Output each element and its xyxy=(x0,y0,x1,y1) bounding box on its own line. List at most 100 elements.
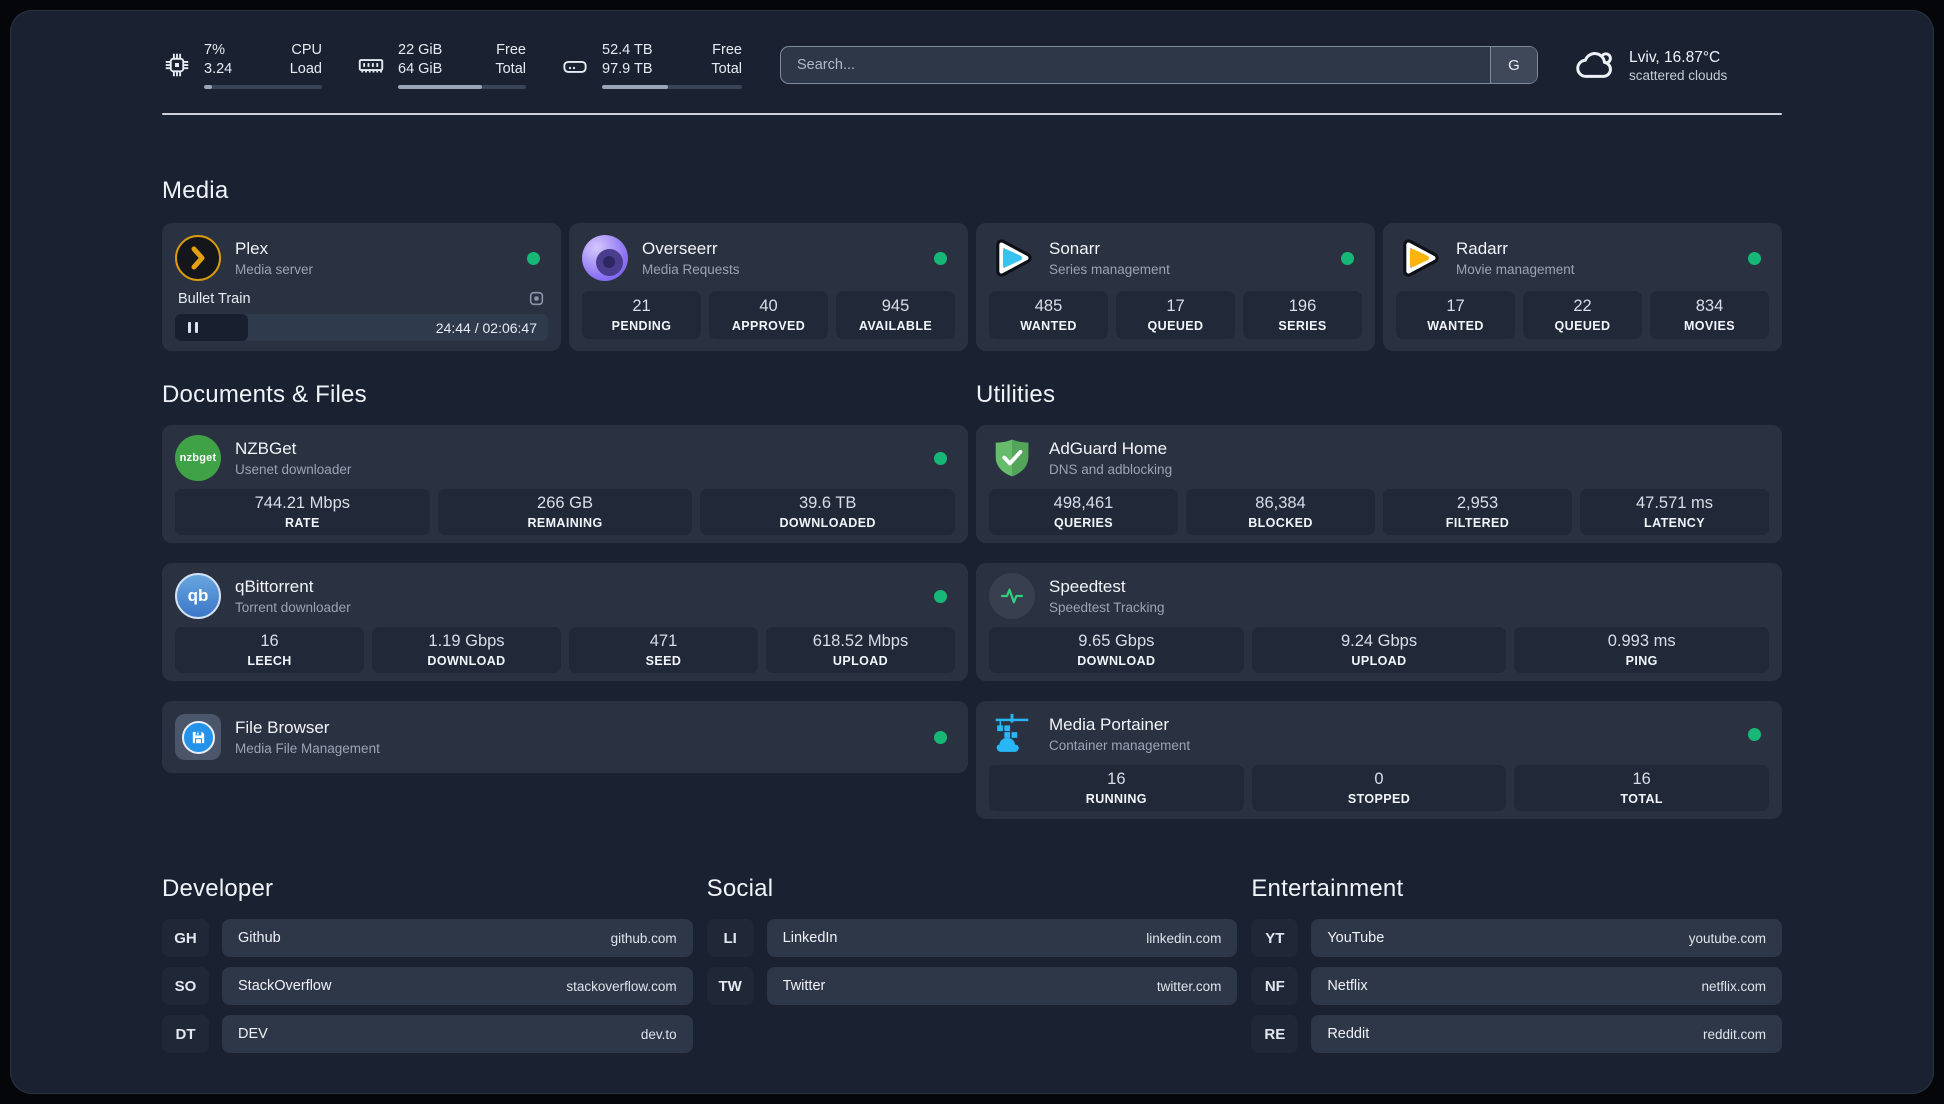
stat-latency: 47.571 ms LATENCY xyxy=(1580,489,1769,536)
app-title: AdGuard Home xyxy=(1049,439,1168,459)
bookmark-url: reddit.com xyxy=(1702,1026,1766,1042)
bookmark-url: dev.to xyxy=(640,1026,677,1042)
stat-wanted: 485 WANTED xyxy=(989,291,1108,340)
qbittorrent-logo-text: qb xyxy=(187,586,209,606)
app-subtitle: Series management xyxy=(1049,261,1170,277)
app-title: Speedtest xyxy=(1049,577,1126,597)
entertainment-section-title: Entertainment xyxy=(1251,875,1404,903)
sonarr-card[interactable]: Sonarr Series management 485 WANTED 17 Q… xyxy=(976,223,1375,352)
stat-queued: 17 QUEUED xyxy=(1116,291,1235,340)
bookmark-name: Reddit xyxy=(1327,1026,1370,1043)
stat-label: MOVIES xyxy=(1683,319,1736,334)
top-bar: 7% CPU 3.24 Load 22 GiB Free 64 GiB Tota… xyxy=(162,11,1782,90)
stat-value: 2,953 xyxy=(1456,494,1499,513)
plex-card[interactable]: Plex Media server Bullet Train 24:44 / 0… xyxy=(162,223,561,352)
portainer-card[interactable]: Media Portainer Container management 16 … xyxy=(976,701,1782,820)
search-engine-button[interactable]: G xyxy=(1490,47,1537,84)
stat-value: 471 xyxy=(649,632,678,651)
filebrowser-card[interactable]: File Browser Media File Management xyxy=(162,701,968,774)
radarr-card[interactable]: Radarr Movie management 17 WANTED 22 QUE… xyxy=(1383,223,1782,352)
stat-upload: 618.52 Mbps UPLOAD xyxy=(766,627,955,674)
app-title: Media Portainer xyxy=(1049,715,1170,735)
disk-free-label: Free xyxy=(712,42,742,58)
app-subtitle: Movie management xyxy=(1456,261,1575,277)
stat-series: 196 SERIES xyxy=(1243,291,1362,340)
stat-queries: 498,461 QUERIES xyxy=(989,489,1178,536)
disk-progress-bar xyxy=(602,84,742,90)
stat-label: BLOCKED xyxy=(1248,516,1313,531)
stat-value: 196 xyxy=(1288,297,1317,316)
stat-label: LEECH xyxy=(247,654,292,669)
nzbget-card[interactable]: nzbget NZBGet Usenet downloader 744.21 M… xyxy=(162,425,968,544)
bookmark-youtube[interactable]: YT YouTube youtube.com xyxy=(1251,919,1782,958)
portainer-icon xyxy=(989,711,1035,757)
qbittorrent-card[interactable]: qb qBittorrent Torrent downloader 16 LEE… xyxy=(162,563,968,682)
status-dot xyxy=(1748,727,1761,741)
status-dot xyxy=(527,251,540,265)
bookmark-github[interactable]: GH Github github.com xyxy=(162,919,693,958)
nzbget-icon: nzbget xyxy=(175,435,221,482)
stat-value: 618.52 Mbps xyxy=(812,632,909,651)
app-title: File Browser xyxy=(235,718,330,738)
search-input[interactable] xyxy=(781,47,1490,84)
stat-total: 16 TOTAL xyxy=(1514,765,1770,812)
bookmark-stackoverflow[interactable]: SO StackOverflow stackoverflow.com xyxy=(162,967,693,1006)
stat-leech: 16 LEECH xyxy=(175,627,364,674)
stat-label: AVAILABLE xyxy=(858,319,933,334)
stat-label: UPLOAD xyxy=(832,654,889,669)
bookmark-reddit[interactable]: RE Reddit reddit.com xyxy=(1251,1015,1782,1054)
bookmark-name: StackOverflow xyxy=(238,978,332,995)
utilities-section-title: Utilities xyxy=(976,381,1056,409)
stat-queued: 22 QUEUED xyxy=(1523,291,1642,340)
bookmark-twitter[interactable]: TW Twitter twitter.com xyxy=(706,967,1238,1006)
bookmark-url: linkedin.com xyxy=(1146,930,1222,946)
status-dot xyxy=(934,589,947,603)
stat-value: 22 xyxy=(1573,297,1592,316)
search-bar[interactable]: G xyxy=(780,46,1538,85)
stat-stopped: 0 STOPPED xyxy=(1251,765,1507,812)
bookmark-url: github.com xyxy=(610,930,677,946)
pause-button[interactable] xyxy=(175,314,248,342)
speedtest-card[interactable]: Speedtest Speedtest Tracking 9.65 Gbps D… xyxy=(976,563,1782,682)
bookmark-abbr: GH xyxy=(162,919,209,958)
stat-value: 834 xyxy=(1695,297,1724,316)
stat-label: PENDING xyxy=(611,319,672,334)
overseerr-card[interactable]: Overseerr Media Requests 21 PENDING 40 A… xyxy=(569,223,968,352)
speedtest-icon xyxy=(989,573,1035,620)
cpu-usage-value: 7% xyxy=(204,42,225,58)
app-subtitle: Container management xyxy=(1049,737,1191,753)
stat-rate: 744.21 Mbps RATE xyxy=(175,489,430,536)
bookmark-netflix[interactable]: NF Netflix netflix.com xyxy=(1251,967,1782,1006)
stat-value: 9.24 Gbps xyxy=(1340,632,1418,651)
ram-free-value: 22 GiB xyxy=(398,42,443,58)
status-dot xyxy=(934,251,947,265)
now-playing-session-icon[interactable] xyxy=(528,290,545,307)
bookmark-abbr: NF xyxy=(1251,967,1299,1006)
stat-value: 0 xyxy=(1374,770,1384,789)
cpu-load-label: Load xyxy=(289,60,322,77)
now-playing-title: Bullet Train xyxy=(178,290,251,307)
radarr-icon xyxy=(1396,235,1442,281)
bookmark-linkedin[interactable]: LI LinkedIn linkedin.com xyxy=(706,919,1238,958)
disk-total-value: 97.9 TB xyxy=(602,60,653,77)
stat-value: 16 xyxy=(1632,770,1651,789)
app-subtitle: Media server xyxy=(235,261,314,277)
stat-label: PING xyxy=(1625,654,1658,669)
stat-value: 39.6 TB xyxy=(798,494,857,513)
status-dot xyxy=(934,451,947,465)
stat-label: DOWNLOADED xyxy=(779,516,876,531)
header-divider xyxy=(162,113,1782,116)
stat-label: UPLOAD xyxy=(1351,654,1407,669)
stat-available: 945 AVAILABLE xyxy=(836,291,955,340)
stat-label: WANTED xyxy=(1020,319,1077,334)
adguard-card[interactable]: AdGuard Home DNS and adblocking 498,461 … xyxy=(976,425,1782,544)
stat-upload: 9.24 Gbps UPLOAD xyxy=(1251,627,1507,674)
stat-label: RUNNING xyxy=(1085,792,1147,807)
status-dot xyxy=(1341,251,1354,265)
bookmark-dev[interactable]: DT DEV dev.to xyxy=(162,1015,693,1054)
ram-total-value: 64 GiB xyxy=(398,60,443,77)
stat-value: 498,461 xyxy=(1053,494,1114,513)
cpu-stat: 7% CPU 3.24 Load xyxy=(162,41,322,90)
media-section-title: Media xyxy=(162,177,229,205)
weather-location-temp: Lviv, 16.87°C xyxy=(1629,48,1721,66)
